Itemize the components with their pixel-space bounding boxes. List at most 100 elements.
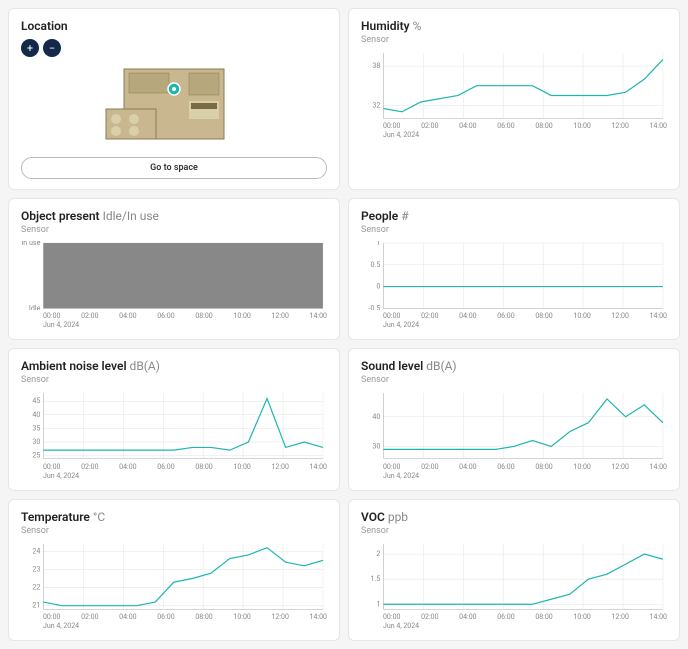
card-header: Sound level dB(A) Sensor [361, 359, 667, 385]
svg-text:40: 40 [372, 412, 380, 421]
x-tick: 00:00 [43, 613, 60, 621]
zoom-in-button[interactable]: + [21, 39, 39, 57]
title-unit: # [401, 209, 408, 223]
x-tick: 10:00 [233, 312, 250, 320]
x-tick: 12:00 [271, 613, 288, 621]
x-tick: 10:00 [233, 463, 250, 471]
x-tick: 10:00 [233, 613, 250, 621]
svg-text:30: 30 [372, 442, 380, 451]
title-text: Temperature [21, 510, 90, 524]
svg-text:23: 23 [32, 564, 40, 573]
go-to-space-button[interactable]: Go to space [21, 157, 327, 179]
x-tick: 14:00 [650, 312, 667, 320]
x-tick: 02:00 [421, 122, 438, 130]
humidity-chart: 323800:0002:0004:0006:0008:0010:0012:001… [361, 51, 667, 179]
svg-text:0.5: 0.5 [370, 260, 380, 269]
zoom-out-button[interactable]: − [43, 39, 61, 57]
x-tick: 14:00 [650, 613, 667, 621]
svg-text:22: 22 [32, 582, 40, 591]
x-tick: 06:00 [497, 122, 514, 130]
x-tick: 00:00 [383, 312, 400, 320]
x-date: Jun 4, 2024 [361, 131, 667, 139]
title-text: Object present [21, 209, 100, 223]
sensor-label: Sensor [361, 375, 667, 385]
card-title: Sound level dB(A) [361, 359, 667, 373]
x-tick: 12:00 [611, 463, 628, 471]
sensor-label: Sensor [21, 375, 327, 385]
title-unit: °C [93, 510, 105, 524]
x-tick: 10:00 [573, 122, 590, 130]
svg-text:45: 45 [32, 397, 40, 406]
x-tick: 04:00 [459, 613, 476, 621]
x-tick: 04:00 [459, 463, 476, 471]
svg-text:32: 32 [372, 100, 380, 109]
zoom-controls: + − [21, 39, 327, 57]
card-header: Humidity % Sensor [361, 19, 667, 45]
temp-chart: 2122232400:0002:0004:0006:0008:0010:0012… [21, 542, 327, 630]
card-header: Object present Idle/In use Sensor [21, 209, 327, 235]
x-tick: 04:00 [119, 613, 136, 621]
x-tick: 08:00 [535, 463, 552, 471]
title-text: Ambient noise level [21, 359, 127, 373]
x-tick: 04:00 [119, 463, 136, 471]
svg-text:In use: In use [21, 241, 40, 247]
card-title: Temperature °C [21, 510, 327, 524]
x-tick: 08:00 [195, 463, 212, 471]
card-title: Object present Idle/In use [21, 209, 327, 223]
x-tick: 04:00 [459, 312, 476, 320]
x-date: Jun 4, 2024 [361, 622, 667, 630]
voc-card: VOC ppb Sensor 1 1.5 2 00:00 02:00 04:00 06:00… [348, 499, 680, 641]
x-tick: 12:00 [271, 463, 288, 471]
x-tick: 02:00 [421, 613, 438, 621]
svg-text:38: 38 [372, 61, 380, 70]
location-card: Location + − Go to space [8, 8, 340, 190]
x-tick: 06:00 [157, 463, 174, 471]
x-tick: 06:00 [497, 463, 514, 471]
svg-text:24: 24 [32, 546, 40, 555]
title-unit: dB(A) [130, 359, 160, 373]
x-tick: 00:00 [43, 312, 60, 320]
svg-text:1: 1 [376, 599, 380, 608]
card-header: Ambient noise level dB(A) Sensor [21, 359, 327, 385]
object-card: Object present Idle/In use Sensor IdleIn… [8, 198, 340, 340]
floorplan-image[interactable] [21, 61, 327, 151]
x-tick: 08:00 [195, 613, 212, 621]
x-tick: 00:00 [43, 463, 60, 471]
card-header: Temperature °C Sensor [21, 510, 327, 536]
card-title: Ambient noise level dB(A) [21, 359, 327, 373]
humidity-card: Humidity % Sensor 323800:0002:0004:0006:… [348, 8, 680, 190]
x-tick: 12:00 [611, 312, 628, 320]
title-unit: Idle/In use [103, 209, 159, 223]
card-title: Humidity % [361, 19, 667, 33]
sensor-label: Sensor [361, 225, 667, 235]
x-tick: 14:00 [310, 613, 327, 621]
sensor-label: Sensor [361, 526, 667, 536]
x-date: Jun 4, 2024 [21, 622, 327, 630]
x-tick: 00:00 [383, 463, 400, 471]
x-tick: 12:00 [611, 122, 628, 130]
people-chart: -0.500.5100:0002:0004:0006:0008:0010:001… [361, 241, 667, 329]
temp-card: Temperature °C Sensor 2122232400:0002:00… [8, 499, 340, 641]
x-tick: 00:00 [383, 613, 400, 621]
card-title: People # [361, 209, 667, 223]
svg-text:25: 25 [32, 451, 40, 460]
x-tick: 14:00 [310, 312, 327, 320]
x-tick: 08:00 [535, 122, 552, 130]
x-tick: 06:00 [497, 613, 514, 621]
x-tick: 14:00 [310, 463, 327, 471]
x-tick: 00:00 [383, 122, 400, 130]
card-header: People # Sensor [361, 209, 667, 235]
svg-text:0: 0 [376, 282, 380, 291]
svg-text:2: 2 [376, 549, 380, 558]
x-tick: 06:00 [157, 312, 174, 320]
sound-chart: 304000:0002:0004:0006:0008:0010:0012:001… [361, 391, 667, 479]
x-tick: 10:00 [573, 613, 590, 621]
svg-text:1: 1 [376, 241, 380, 247]
title-unit: dB(A) [426, 359, 456, 373]
x-tick: 08:00 [535, 312, 552, 320]
x-date: Jun 4, 2024 [361, 472, 667, 480]
svg-text:1.5: 1.5 [370, 574, 380, 583]
card-title: VOC ppb [361, 510, 667, 524]
svg-text:30: 30 [32, 437, 40, 446]
x-tick: 10:00 [573, 312, 590, 320]
